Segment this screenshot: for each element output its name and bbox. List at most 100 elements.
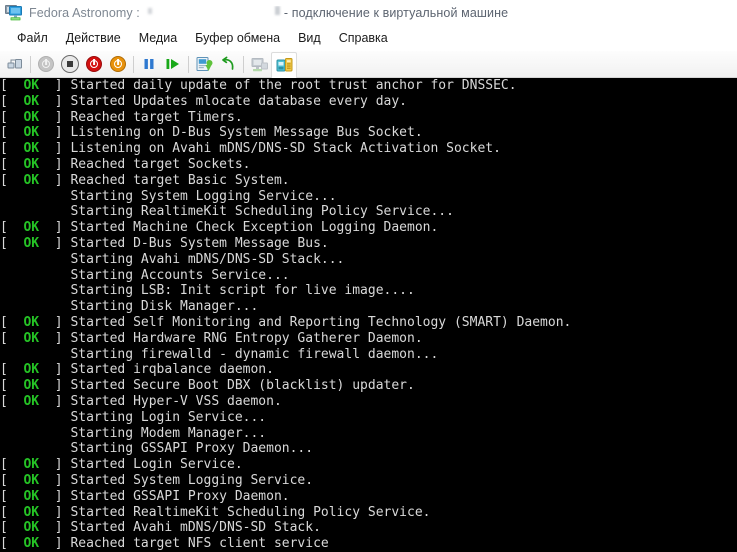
console-indent [0, 204, 70, 219]
menu-view[interactable]: Вид [289, 29, 330, 47]
basic-session-button[interactable] [247, 52, 271, 76]
console-status-bracket: [ [0, 378, 24, 394]
toolbar-separator-1 [30, 55, 31, 73]
console-line-text: Starting LSB: Init script for live image… [70, 283, 415, 299]
revert-icon [222, 56, 234, 70]
resume-icon [166, 59, 179, 69]
resume-button[interactable] [161, 52, 185, 76]
console-status-bracket-close: ] [39, 488, 71, 504]
toolbar-separator-2 [133, 55, 134, 73]
console-line: [ OK ] Reached target Basic System. [0, 173, 737, 189]
console-status-bracket: [ [0, 520, 24, 536]
console-status-bracket: [ [0, 172, 24, 188]
console-status-ok: OK [23, 125, 40, 141]
console-indent [0, 426, 70, 441]
console-indent [0, 189, 70, 204]
console-status-bracket-close: ] [39, 109, 71, 125]
console-status-ok: OK [23, 109, 40, 125]
console-line-text: Started Login Service. [70, 457, 243, 473]
console-line-text: Starting System Logging Service... [70, 188, 337, 204]
console-status-bracket-close: ] [39, 220, 71, 236]
turn-off-icon [86, 56, 102, 72]
console-line-text: Started D-Bus System Message Bus. [70, 235, 329, 251]
console-line: [ OK ] Listening on Avahi mDNS/DNS-SD St… [0, 141, 737, 157]
menu-clipboard[interactable]: Буфер обмена [186, 29, 289, 47]
console-status-ok: OK [23, 520, 40, 536]
console-status-bracket: [ [0, 504, 24, 520]
console-line-text: Starting Modem Manager... [70, 425, 267, 441]
console-status-ok: OK [23, 488, 40, 504]
console-line: Starting firewalld - dynamic firewall da… [0, 347, 737, 363]
console-status-bracket: [ [0, 220, 24, 236]
power-off-button[interactable] [34, 52, 58, 76]
menu-file[interactable]: Файл [8, 29, 57, 47]
checkpoints-button[interactable] [3, 52, 27, 76]
console-line: [ OK ] Started Updates mlocate database … [0, 94, 737, 110]
console-status-bracket: [ [0, 109, 24, 125]
console-status-bracket-close: ] [39, 393, 71, 409]
console-line-text: Started GSSAPI Proxy Daemon. [70, 488, 290, 504]
console-status-bracket-close: ] [39, 78, 71, 93]
console-line: [ OK ] Started irqbalance daemon. [0, 362, 737, 378]
vm-console-output[interactable]: [ OK ] Started daily update of the root … [0, 78, 737, 552]
console-line: Starting GSSAPI Proxy Daemon... [0, 441, 737, 457]
console-status-bracket: [ [0, 362, 24, 378]
enhanced-session-icon [276, 58, 292, 72]
checkpoints-icon [7, 59, 22, 69]
console-status-bracket-close: ] [39, 378, 71, 394]
console-status-bracket-close: ] [39, 504, 71, 520]
console-line: [ OK ] Started Hardware RNG Entropy Gath… [0, 331, 737, 347]
shutdown-button[interactable] [58, 52, 82, 76]
console-status-ok: OK [23, 504, 40, 520]
console-status-ok: OK [23, 314, 40, 330]
console-line: [ OK ] Started Login Service. [0, 457, 737, 473]
console-status-ok: OK [23, 78, 40, 93]
console-line-text: Started Avahi mDNS/DNS-SD Stack. [70, 520, 321, 536]
console-status-bracket-close: ] [39, 362, 71, 378]
console-line-text: Starting Accounts Service... [70, 267, 290, 283]
console-status-bracket: [ [0, 235, 24, 251]
menu-bar: Файл Действие Медиа Буфер обмена Вид Спр… [0, 26, 737, 51]
console-status-bracket-close: ] [39, 172, 71, 188]
revert-button[interactable] [216, 52, 240, 76]
console-status-bracket-close: ] [39, 457, 71, 473]
enhanced-session-button[interactable] [271, 51, 297, 78]
console-status-bracket-close: ] [39, 235, 71, 251]
console-status-ok: OK [23, 472, 40, 488]
console-line-text: Started daily update of the root trust a… [70, 78, 517, 93]
console-status-ok: OK [23, 156, 40, 172]
menu-help[interactable]: Справка [330, 29, 397, 47]
console-line-text: Started Hyper-V VSS daemon. [70, 393, 282, 409]
console-status-bracket: [ [0, 156, 24, 172]
pause-button[interactable] [137, 52, 161, 76]
start-power-button[interactable] [106, 52, 130, 76]
console-line: Starting Modem Manager... [0, 426, 737, 442]
console-line: [ OK ] Started Avahi mDNS/DNS-SD Stack. [0, 520, 737, 536]
console-status-bracket: [ [0, 536, 24, 552]
console-line: [ OK ] Reached target NFS client service [0, 536, 737, 552]
console-status-ok: OK [23, 235, 40, 251]
console-line-text: Listening on D-Bus System Message Bus So… [70, 125, 423, 141]
console-status-bracket: [ [0, 393, 24, 409]
snapshot-button[interactable] [192, 52, 216, 76]
console-indent [0, 299, 70, 314]
console-status-bracket: [ [0, 330, 24, 346]
console-line-text: Reached target Timers. [70, 109, 243, 125]
menu-media[interactable]: Медиа [130, 29, 186, 47]
toolbar [0, 51, 737, 78]
console-line-text: Starting RealtimeKit Scheduling Policy S… [70, 204, 454, 220]
toolbar-separator-4 [243, 55, 244, 73]
console-line-list: [ OK ] Started daily update of the root … [0, 78, 737, 552]
console-line-text: Started irqbalance daemon. [70, 362, 274, 378]
turn-off-button[interactable] [82, 52, 106, 76]
window-title-suffix: - подключение к виртуальной машине [283, 6, 509, 20]
console-line: [ OK ] Reached target Timers. [0, 110, 737, 126]
console-status-ok: OK [23, 172, 40, 188]
console-line-text: Started RealtimeKit Scheduling Policy Se… [70, 504, 431, 520]
menu-action[interactable]: Действие [57, 29, 130, 47]
console-indent [0, 252, 70, 267]
console-line: [ OK ] Reached target Sockets. [0, 157, 737, 173]
console-line: [ OK ] Started D-Bus System Message Bus. [0, 236, 737, 252]
console-line: [ OK ] Listening on D-Bus System Message… [0, 125, 737, 141]
console-line-text: Starting Avahi mDNS/DNS-SD Stack... [70, 251, 345, 267]
